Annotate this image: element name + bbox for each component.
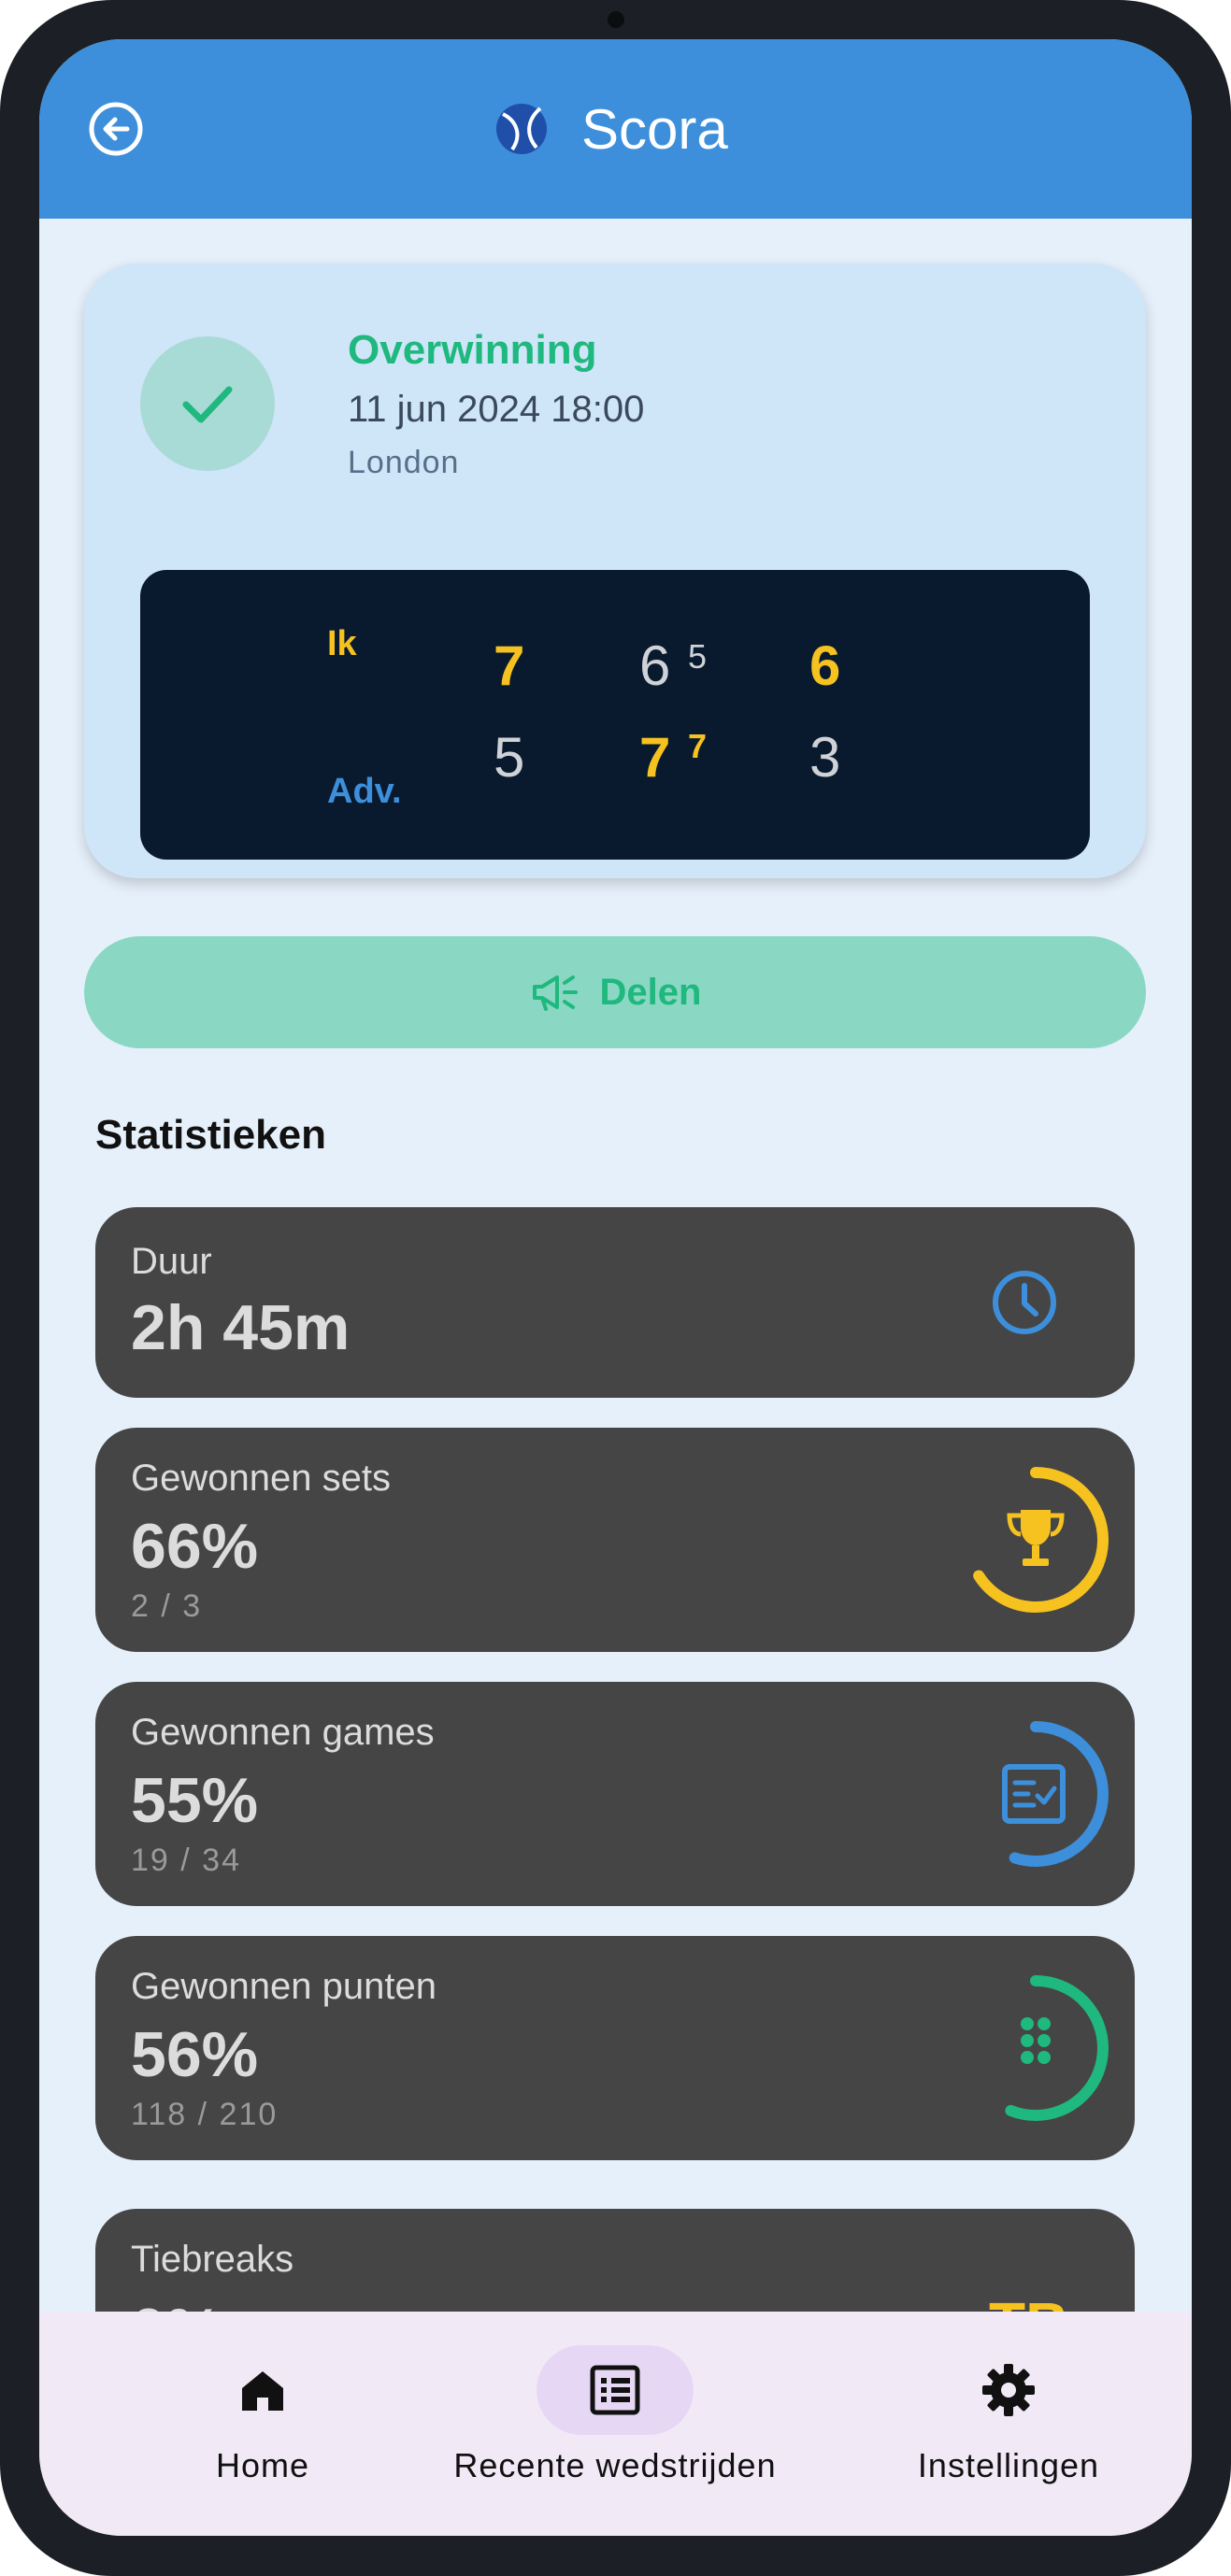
nav-item-settings[interactable]: Instellingen: [882, 2312, 1135, 2536]
points-progress-ring: [963, 1975, 1109, 2121]
app-title: Scora: [581, 97, 728, 161]
share-button[interactable]: Delen: [84, 936, 1146, 1048]
games-progress-ring: [963, 1721, 1109, 1867]
check-icon: [182, 386, 233, 423]
result-check-badge: [140, 336, 275, 471]
set2-score-opponent: 7: [639, 726, 671, 789]
stat-value: 55%: [131, 1765, 259, 1836]
set2-tiebreak-me: 5: [688, 637, 708, 676]
stat-card-games: Gewonnen games 55% 19 / 34: [95, 1682, 1135, 1906]
scoreboard: Ik Adv. 7 5 6 5 7 7 6 3: [140, 570, 1090, 860]
match-location: London: [348, 445, 460, 480]
set3-score-me: 6: [809, 634, 841, 697]
nav-pill: [184, 2345, 341, 2435]
screen: Scora Overwinning 11 jun 2024 18:00 Lond…: [39, 39, 1192, 2536]
match-card: Overwinning 11 jun 2024 18:00 London Ik …: [84, 263, 1146, 878]
nav-pill: [930, 2345, 1087, 2435]
tennis-ball-icon: [496, 104, 547, 154]
app-bar: Scora: [39, 39, 1192, 219]
stat-card-sets: Gewonnen sets 66% 2 / 3: [95, 1428, 1135, 1652]
sets-progress-ring: [963, 1467, 1109, 1613]
set2-tiebreak-opponent: 7: [688, 727, 708, 765]
nav-label: Recente wedstrijden: [453, 2446, 777, 2484]
phone-frame: Scora Overwinning 11 jun 2024 18:00 Lond…: [0, 0, 1231, 2576]
share-label: Delen: [599, 971, 702, 1013]
clock-icon: [993, 1271, 1056, 1334]
trophy-icon: [1007, 1510, 1065, 1566]
dialpad-icon: [1021, 2017, 1051, 2064]
camera-dot: [608, 11, 624, 28]
stat-card-points: Gewonnen punten 56% 118 / 210: [95, 1936, 1135, 2160]
stat-detail: 118 / 210: [131, 2097, 279, 2132]
stat-label: Duur: [131, 1241, 212, 1282]
stat-detail: 2 / 3: [131, 1588, 203, 1624]
stats-title: Statistieken: [95, 1112, 326, 1158]
stat-label: Gewonnen punten: [131, 1966, 437, 2007]
player-label-me: Ik: [327, 624, 357, 663]
list-icon: [590, 2365, 640, 2415]
checklist-icon: [1002, 1764, 1066, 1824]
set1-score-opponent: 5: [494, 726, 525, 789]
stat-value: 56%: [131, 2019, 259, 2090]
stat-value: 2h 45m: [131, 1292, 351, 1363]
app-brand: Scora: [494, 90, 728, 168]
match-datetime: 11 jun 2024 18:00: [348, 389, 645, 430]
bottom-navigation: Home Recente wedstrijden Instellingen: [39, 2312, 1192, 2536]
home-icon: [242, 2371, 283, 2411]
nav-label: Home: [215, 2446, 310, 2484]
nav-item-home[interactable]: Home: [136, 2312, 389, 2536]
stat-value: 66%: [131, 1511, 259, 1582]
stat-detail: 19 / 34: [131, 1843, 241, 1878]
set1-score-me: 7: [494, 634, 525, 697]
stat-label: Gewonnen games: [131, 1712, 435, 1753]
nav-item-recent-matches[interactable]: Recente wedstrijden: [447, 2312, 783, 2536]
set2-score-me: 6: [639, 634, 671, 697]
gear-icon: [982, 2364, 1035, 2416]
set3-score-opponent: 3: [809, 726, 841, 789]
player-label-opponent: Adv.: [327, 772, 402, 811]
back-icon[interactable]: [88, 101, 144, 157]
match-result: Overwinning: [348, 327, 597, 373]
nav-pill-active: [537, 2345, 694, 2435]
stat-label: Tiebreaks: [131, 2239, 294, 2280]
megaphone-icon: [532, 975, 578, 1011]
stat-label: Gewonnen sets: [131, 1458, 391, 1499]
stat-card-duration: Duur 2h 45m: [95, 1207, 1135, 1398]
nav-label: Instellingen: [917, 2446, 1100, 2484]
